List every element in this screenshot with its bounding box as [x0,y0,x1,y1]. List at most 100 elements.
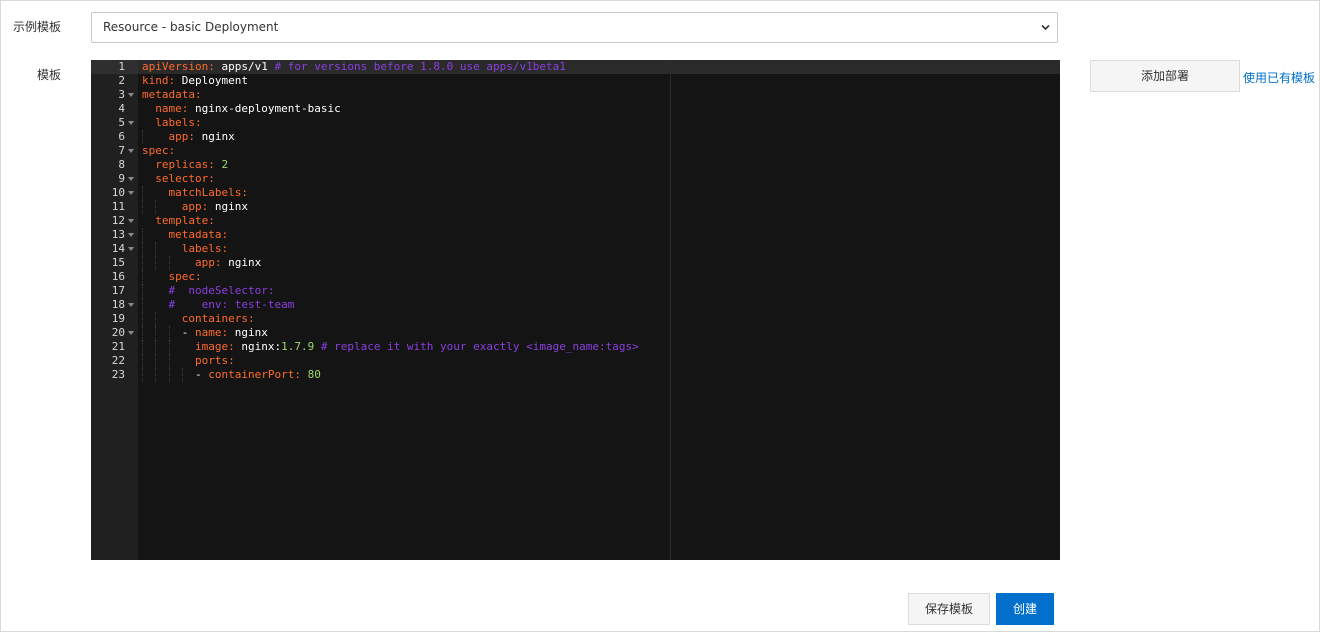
code-line[interactable]: app: nginx [142,130,235,144]
line-number-text: 6 [118,130,125,143]
fold-arrow-icon[interactable] [128,149,134,153]
line-number-text: 11 [111,200,125,213]
line-number: 7 [91,144,138,158]
code-token: app: [181,200,209,213]
code-line[interactable]: labels: [142,242,228,256]
code-line[interactable]: metadata: [142,88,202,102]
code-token: selector: [155,172,215,185]
template-select-value: Resource - basic Deployment [103,20,279,34]
code-token: 2 [221,158,229,171]
line-number: 15 [91,256,138,270]
line-number: 9 [91,172,138,186]
code-token: Deployment [175,74,248,87]
fold-arrow-icon[interactable] [128,219,134,223]
code-token: nginx [221,256,262,269]
line-number-text: 2 [118,74,125,87]
code-line[interactable]: selector: [142,172,215,186]
line-number-text: 21 [111,340,125,353]
code-line[interactable]: matchLabels: [142,186,248,200]
template-select[interactable]: Resource - basic Deployment [91,12,1058,43]
code-line[interactable]: metadata: [142,228,229,242]
line-number: 2 [91,74,138,88]
code-line[interactable]: app: nginx [142,200,248,214]
code-token: nginx [195,130,235,143]
line-number-text: 1 [118,60,125,73]
line-number: 1 [91,60,138,74]
code-line[interactable]: containers: [142,312,255,326]
code-token: template: [155,214,215,227]
code-line[interactable]: app: nginx [142,256,261,270]
code-token: labels: [181,242,229,255]
line-number: 20 [91,326,138,340]
code-token: labels: [155,116,202,129]
line-number: 4 [91,102,138,116]
code-line[interactable]: kind: Deployment [142,74,248,88]
code-token: name: [194,326,229,339]
deployment-form: 示例模板 Resource - basic Deployment 模板 1234… [0,0,1320,632]
line-number: 17 [91,284,138,298]
code-token: spec: [168,270,202,283]
template-select-label: 示例模板 [13,20,62,34]
fold-arrow-icon[interactable] [128,121,134,125]
code-token: image: [194,340,235,353]
code-token: containers: [181,312,255,325]
fold-arrow-icon[interactable] [128,303,134,307]
code-token: 1.7.9 [281,340,315,353]
print-margin [670,60,671,560]
code-line[interactable]: image: nginx:1.7.9 # replace it with you… [142,340,639,354]
line-number-text: 20 [111,326,125,339]
code-line[interactable]: apiVersion: apps/v1 # for versions befor… [142,60,566,74]
code-token: replicas: [155,158,215,171]
line-number: 18 [91,298,138,312]
code-line[interactable]: replicas: 2 [142,158,228,172]
line-number: 6 [91,130,138,144]
line-number-text: 4 [118,102,125,115]
fold-arrow-icon[interactable] [128,331,134,335]
code-token: - [142,368,209,381]
line-number-text: 19 [111,312,125,325]
code-token: apiVersion: [142,60,215,73]
fold-arrow-icon[interactable] [128,177,134,181]
code-token: nginx-deployment-basic [188,102,341,115]
code-token: metadata: [168,228,229,241]
fold-arrow-icon[interactable] [128,191,134,195]
fold-arrow-icon[interactable] [128,247,134,251]
yaml-code-editor[interactable]: 1 2 3 4 5 6 7 8 9 10 11 12 13 14 15 16 17 18 19 20 21 22 23 ap… [91,60,1060,560]
fold-arrow-icon[interactable] [128,93,134,97]
save-template-button[interactable]: 保存模板 [908,593,990,625]
code-line[interactable]: ports: [142,354,235,368]
add-deployment-button[interactable]: 添加部署 [1090,60,1240,92]
code-line[interactable]: # env: test-team [142,298,295,312]
line-number-text: 22 [111,354,125,367]
create-button[interactable]: 创建 [996,593,1054,625]
code-line[interactable]: name: nginx-deployment-basic [142,102,341,116]
code-line[interactable]: - containerPort: 80 [142,368,321,382]
line-number-text: 9 [118,172,125,185]
code-token: nginx [208,200,248,213]
code-line[interactable]: template: [142,214,215,228]
line-number-text: 17 [111,284,125,297]
code-line[interactable]: - name: nginx [142,326,268,340]
line-number-text: 5 [118,116,125,129]
code-token: ports: [194,354,235,367]
code-token: nginx: [234,340,282,353]
code-line[interactable]: spec: [142,270,202,284]
code-line[interactable]: spec: [142,144,175,158]
code-token: apps/v1 [214,60,275,73]
code-line[interactable]: # nodeSelector: [142,284,275,298]
code-token: metadata: [142,88,202,101]
code-line[interactable]: labels: [142,116,202,130]
code-token: kind: [142,74,176,87]
line-number-text: 15 [111,256,125,269]
fold-arrow-icon[interactable] [128,233,134,237]
use-existing-template-link[interactable]: 使用已有模板 [1243,69,1315,86]
